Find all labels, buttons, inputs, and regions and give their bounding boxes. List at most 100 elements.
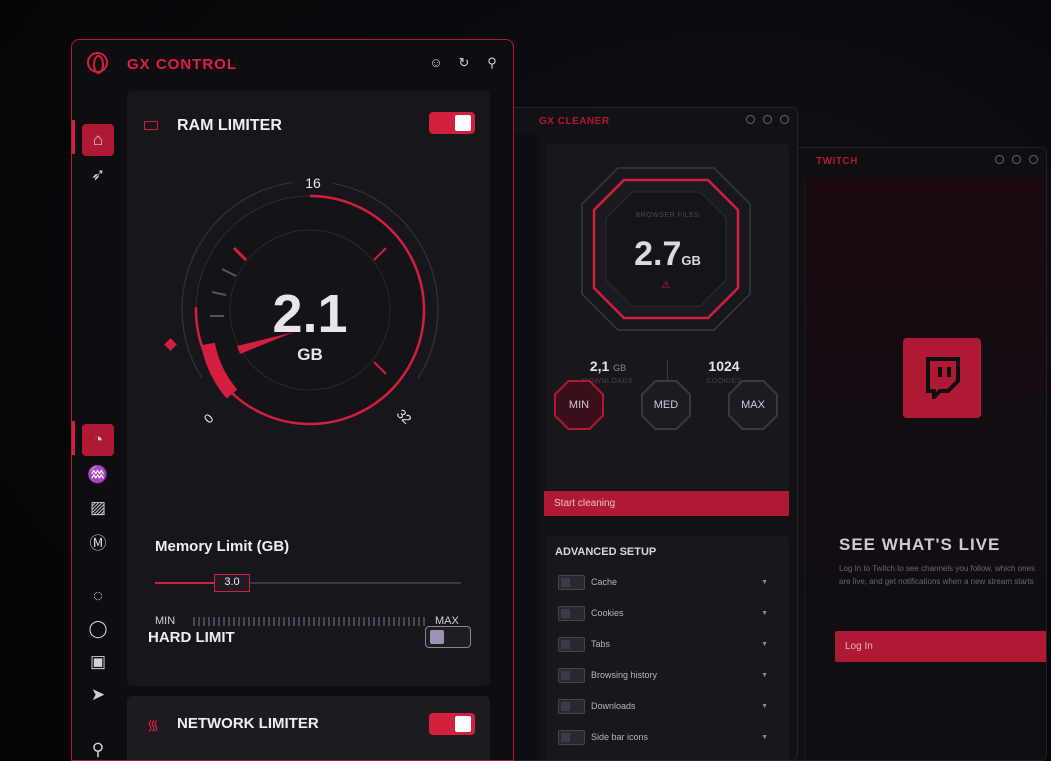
active-marker xyxy=(72,421,75,455)
mode-max-button[interactable]: MAX xyxy=(728,380,778,430)
slider-ticks xyxy=(193,617,426,626)
refresh-icon[interactable] xyxy=(763,115,772,124)
twitch-login-button[interactable]: Log In xyxy=(835,631,1046,662)
option-cookies[interactable]: Cookies ▼ xyxy=(558,605,768,621)
cleaner-size-value: 2.7 xyxy=(634,235,682,273)
hard-limit-toggle[interactable] xyxy=(425,626,471,648)
pin-icon[interactable] xyxy=(1029,155,1038,164)
cleaner-header: GX CLEANER xyxy=(509,108,797,134)
ram-value: 2.1 xyxy=(272,284,348,344)
twitch-description: Log In to Twitch to see channels you fol… xyxy=(839,564,1035,586)
twitch-header: TWITCH xyxy=(786,148,1046,174)
option-label: Cookies xyxy=(591,608,624,618)
ram-limiter-card: RAM LIMITER 2.1 GB 16 0 32 Memory Limit … xyxy=(127,91,490,686)
option-cache[interactable]: Cache ▼ xyxy=(558,574,768,590)
messenger-icon[interactable]: ◌ xyxy=(82,580,114,612)
refresh-icon[interactable]: ↻ xyxy=(457,56,471,70)
twitch-header-controls xyxy=(995,155,1038,164)
option-toggle[interactable] xyxy=(558,667,585,683)
twitch-panel: TWITCH SEE WHAT'S LIVE Log In to Twitch … xyxy=(785,147,1047,761)
option-toggle[interactable] xyxy=(558,574,585,590)
mode-max-label: MAX xyxy=(730,382,776,428)
telegram-icon[interactable]: ➤ xyxy=(82,679,114,711)
downloads-unit: GB xyxy=(613,363,627,373)
cleaner-size-unit: GB xyxy=(681,253,701,268)
cleaner-panel: GX CLEANER ⚠ BROWSER FILES 2.7GB 2,1 GB … xyxy=(508,107,798,761)
cleaner-title: GX CLEANER xyxy=(539,115,610,127)
gx-control-panel: GX CONTROL ☺ ↻ ⚲ ⌂ ➶ ◔ ♒ ▨ Ⓜ ◌ ◯ ▣ ➤ ⚲ R… xyxy=(71,39,514,761)
memory-slider-track[interactable] xyxy=(155,582,461,584)
gx-title: GX CONTROL xyxy=(127,56,237,73)
option-toggle[interactable] xyxy=(558,605,585,621)
rocket-icon[interactable]: ➶ xyxy=(82,159,114,191)
whatsapp-icon[interactable]: ◯ xyxy=(82,613,114,645)
mode-med-button[interactable]: MED xyxy=(641,380,691,430)
option-browsing-history[interactable]: Browsing history ▼ xyxy=(558,667,768,683)
chevron-down-icon[interactable]: ▼ xyxy=(761,734,768,741)
image-icon[interactable]: ▨ xyxy=(82,492,114,524)
network-limiter-card: ᯾ NETWORK LIMITER xyxy=(127,696,490,760)
emoji-icon[interactable]: ☺ xyxy=(429,56,443,70)
chevron-down-icon[interactable]: ▼ xyxy=(761,610,768,617)
option-tabs[interactable]: Tabs ▼ xyxy=(558,636,768,652)
pin-icon[interactable] xyxy=(780,115,789,124)
network-limiter-toggle[interactable] xyxy=(429,713,475,735)
home-icon[interactable]: ⌂ xyxy=(82,124,114,156)
gx-sidebar: ⌂ ➶ ◔ ♒ ▨ Ⓜ ◌ ◯ ▣ ➤ ⚲ xyxy=(72,86,127,760)
cleaner-card: ⚠ BROWSER FILES 2.7GB 2,1 GB DOWNLOADS 1… xyxy=(546,144,789,504)
start-cleaning-button[interactable]: Start cleaning xyxy=(544,491,789,516)
twitch-headline: SEE WHAT'S LIVE xyxy=(839,535,1001,554)
ram-unit: GB xyxy=(297,345,323,364)
m-icon[interactable]: Ⓜ xyxy=(82,525,114,557)
pin-icon[interactable]: ⚲ xyxy=(485,56,499,70)
gx-header: GX CONTROL ☺ ↻ ⚲ xyxy=(72,40,513,86)
svg-text:⚠: ⚠ xyxy=(662,280,671,291)
refresh-icon[interactable] xyxy=(1012,155,1021,164)
downloads-value: 2,1 xyxy=(589,358,610,374)
cleaner-icon[interactable]: ♒ xyxy=(82,459,114,491)
active-marker xyxy=(72,120,75,154)
advanced-setup: ADVANCED SETUP Cache ▼ Cookies ▼ Tabs ▼ Bro… xyxy=(546,536,789,760)
chevron-down-icon[interactable]: ▼ xyxy=(761,672,768,679)
cookies-value: 1024 xyxy=(708,358,740,374)
gauge-label-16: 16 xyxy=(293,175,333,191)
mode-min-label: MIN xyxy=(556,382,602,428)
slider-min-label: MIN xyxy=(155,615,176,627)
advanced-setup-title: ADVANCED SETUP xyxy=(555,546,657,558)
option-downloads[interactable]: Downloads ▼ xyxy=(558,698,768,714)
emoji-icon[interactable] xyxy=(746,115,755,124)
option-label: Side bar icons xyxy=(591,732,649,742)
pin-icon[interactable]: ⚲ xyxy=(82,734,114,760)
gx-header-controls: ☺ ↻ ⚲ xyxy=(429,56,499,70)
cleaner-size: 2.7GB xyxy=(546,235,789,274)
memory-slider-knob[interactable]: 3.0 xyxy=(214,574,250,592)
option-toggle[interactable] xyxy=(558,729,585,745)
option-label: Tabs xyxy=(591,639,611,649)
hard-limit-label: HARD LIMIT xyxy=(148,629,235,646)
option-label: Cache xyxy=(591,577,618,587)
chevron-down-icon[interactable]: ▼ xyxy=(761,641,768,648)
option-toggle[interactable] xyxy=(558,636,585,652)
wifi-icon: ᯾ xyxy=(147,717,159,733)
speedometer-icon[interactable]: ◔ xyxy=(82,424,114,456)
ram-limiter-toggle[interactable] xyxy=(429,112,475,134)
gauge-marker xyxy=(164,338,177,351)
twitch-title: TWITCH xyxy=(816,155,858,167)
mode-med-label: MED xyxy=(643,382,689,428)
twitch-content: SEE WHAT'S LIVE Log In to Twitch to see … xyxy=(804,178,1046,760)
option-label: Browsing history xyxy=(591,670,658,680)
twitch-icon[interactable]: ▣ xyxy=(82,646,114,678)
memory-limit-label: Memory Limit (GB) xyxy=(155,538,290,555)
chevron-down-icon[interactable]: ▼ xyxy=(761,579,768,586)
option-side-bar-icons[interactable]: Side bar icons ▼ xyxy=(558,729,768,745)
chevron-down-icon[interactable]: ▼ xyxy=(761,703,768,710)
ram-limiter-title: RAM LIMITER xyxy=(177,117,282,134)
mode-min-button[interactable]: MIN xyxy=(554,380,604,430)
ram-icon xyxy=(144,121,158,130)
emoji-icon[interactable] xyxy=(995,155,1004,164)
option-label: Downloads xyxy=(591,701,636,711)
browser-files-label: BROWSER FILES xyxy=(635,212,700,219)
option-toggle[interactable] xyxy=(558,698,585,714)
memory-slider-fill xyxy=(155,582,215,584)
twitch-logo-icon xyxy=(903,338,981,418)
